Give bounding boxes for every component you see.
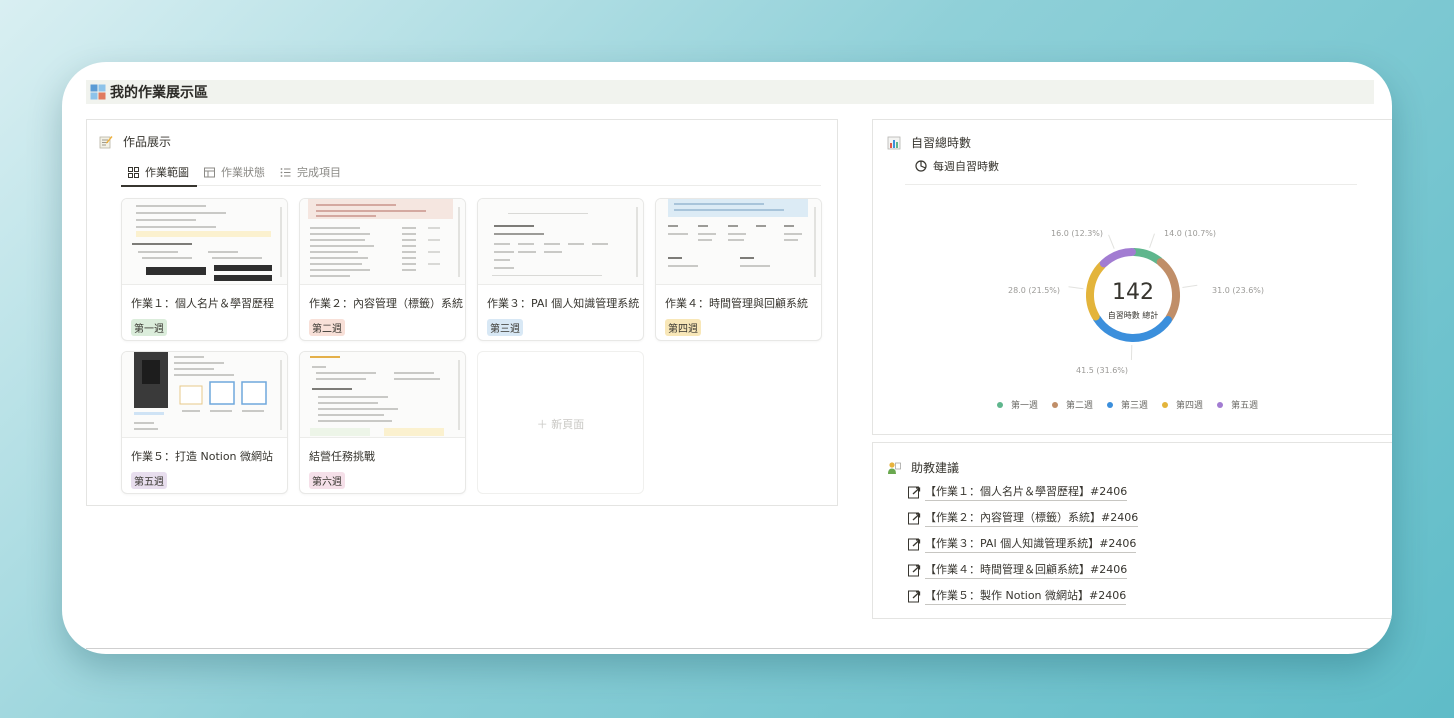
advice-link-text: 【作業５：製作 Notion 微網站】#2406 xyxy=(925,587,1127,605)
tab-completed-label: 完成項目 xyxy=(297,166,341,179)
legend-week1[interactable]: 第一週 xyxy=(997,398,1038,411)
advice-link-2[interactable]: 【作業２：內容管理（標籤）系統】#2406 xyxy=(907,509,1139,527)
page-link-icon xyxy=(908,564,921,577)
view-tabs: 作業範圖 作業狀態 完成項目 xyxy=(121,158,821,187)
advice-section-title: 助教建議 xyxy=(887,459,959,476)
table-icon xyxy=(204,167,215,177)
leader-line-2 xyxy=(1182,284,1198,288)
gallery-card-6[interactable]: 結營任務挑戰 第六週 xyxy=(299,351,466,494)
legend-label: 第一週 xyxy=(1011,401,1039,411)
donut-slice-1[interactable] xyxy=(1130,248,1163,265)
slice-label-week4: 28.0 (21.5%) xyxy=(1008,286,1061,295)
week-tag: 第六週 xyxy=(309,472,345,489)
page-link-icon xyxy=(908,486,921,499)
gallery-card-4[interactable]: 作業４：時間管理與回顧系統 第四週 xyxy=(655,198,822,341)
advice-link-4[interactable]: 【作業４：時間管理＆回顧系統】#2406 xyxy=(907,561,1128,579)
list-icon xyxy=(280,167,291,177)
card-thumbnail xyxy=(122,199,287,285)
card-thumbnail xyxy=(300,352,465,438)
legend-dot xyxy=(1052,401,1059,408)
card-thumbnail xyxy=(122,352,287,438)
works-title: 作品展示 xyxy=(123,135,172,149)
total-hours-value: 142 xyxy=(1112,280,1154,305)
card-title: 作業２：內容管理（標籤）系統 xyxy=(309,297,463,310)
advice-title: 助教建議 xyxy=(911,461,960,475)
card-title: 結營任務挑戰 xyxy=(309,450,375,463)
legend-week3[interactable]: 第三週 xyxy=(1107,398,1148,411)
card-thumbnail xyxy=(300,199,465,285)
donut-slice-3[interactable] xyxy=(1092,314,1172,342)
study-hours-panel: 自習總時數 每週自習時數 14.0 (10.7%) 31.0 (23.6%) 4… xyxy=(872,119,1392,435)
slice-label-week2: 31.0 (23.6%) xyxy=(1212,286,1265,295)
advice-link-text: 【作業２：內容管理（標籤）系統】#2406 xyxy=(925,509,1139,527)
works-panel: 作品展示 作業範圖 作業狀態 完成項目 作業１：個人名片＆學習歷程 第一週 作業… xyxy=(86,119,838,506)
legend-dot xyxy=(1162,401,1169,408)
grid-icon xyxy=(90,84,106,100)
legend-dot xyxy=(997,401,1003,408)
card-title: 作業１：個人名片＆學習歷程 xyxy=(131,297,274,310)
tab-gallery[interactable]: 作業範圖 xyxy=(121,158,197,187)
gallery-card-5[interactable]: 作業５：打造 Notion 微網站 第五週 xyxy=(121,351,288,494)
advice-link-5[interactable]: 【作業５：製作 Notion 微網站】#2406 xyxy=(907,587,1127,605)
card-title: 作業３：PAI 個人知識管理系統 xyxy=(487,297,640,310)
legend-label: 第五週 xyxy=(1231,401,1259,411)
advice-link-1[interactable]: 【作業１：個人名片＆學習歷程】#2406 xyxy=(907,483,1128,501)
leader-line-5 xyxy=(1108,234,1115,249)
donut-slice-5[interactable] xyxy=(1099,248,1136,268)
legend-label: 第二週 xyxy=(1066,401,1094,411)
notion-window: 我的作業展示區 作品展示 作業範圖 作業狀態 完成項目 作業１：個人名片＆學習歷… xyxy=(62,62,1392,654)
advice-link-text: 【作業４：時間管理＆回顧系統】#2406 xyxy=(925,561,1128,579)
page-title: 我的作業展示區 xyxy=(110,85,208,101)
gallery-icon xyxy=(128,166,139,178)
tab-completed[interactable]: 完成項目 xyxy=(273,158,349,186)
card-title: 作業５：打造 Notion 微網站 xyxy=(131,450,274,463)
legend-week2[interactable]: 第二週 xyxy=(1052,398,1093,411)
legend-label: 第三週 xyxy=(1121,401,1149,411)
gallery-card-2[interactable]: 作業２：內容管理（標籤）系統 第二週 xyxy=(299,198,466,341)
card-thumbnail xyxy=(478,199,643,285)
slice-label-week3: 41.5 (31.6%) xyxy=(1076,366,1129,375)
new-page-card[interactable]: ＋ 新頁面 xyxy=(477,351,644,494)
memo-icon xyxy=(99,135,113,148)
week-tag: 第三週 xyxy=(487,319,523,336)
tab-status[interactable]: 作業狀態 xyxy=(197,158,273,186)
page-link-icon xyxy=(908,538,921,551)
page-header: 我的作業展示區 xyxy=(86,80,1374,104)
page-link-icon xyxy=(908,590,921,603)
legend-dot xyxy=(1107,401,1114,408)
leader-line-4 xyxy=(1068,286,1084,290)
ta-advice-panel: 助教建議 【作業１：個人名片＆學習歷程】#2406 【作業２：內容管理（標籤）系… xyxy=(872,442,1392,619)
advice-link-3[interactable]: 【作業３：PAI 個人知識管理系統】#2406 xyxy=(907,535,1137,553)
slice-label-week5: 16.0 (12.3%) xyxy=(1051,229,1104,238)
new-page-label: ＋ 新頁面 xyxy=(536,418,585,431)
total-hours-label: 自習時數 總計 xyxy=(1107,311,1159,320)
tab-status-label: 作業狀態 xyxy=(221,166,265,179)
tab-gallery-label: 作業範圖 xyxy=(145,166,189,179)
card-thumbnail xyxy=(656,199,821,285)
week-tag: 第二週 xyxy=(309,319,345,336)
legend-dot xyxy=(1217,401,1224,408)
page-link-icon xyxy=(908,512,921,525)
chart-legend: 第一週 第二週 第三週 第四週 第五週 xyxy=(997,398,1272,411)
gallery-card-1[interactable]: 作業１：個人名片＆學習歷程 第一週 xyxy=(121,198,288,341)
works-section-title: 作品展示 xyxy=(99,133,171,150)
legend-week5[interactable]: 第五週 xyxy=(1217,398,1258,411)
page-divider xyxy=(86,648,1376,649)
advice-link-text: 【作業３：PAI 個人知識管理系統】#2406 xyxy=(925,535,1137,553)
slice-label-week1: 14.0 (10.7%) xyxy=(1164,229,1217,238)
week-tag: 第五週 xyxy=(131,472,167,489)
gallery-card-3[interactable]: 作業３：PAI 個人知識管理系統 第三週 xyxy=(477,198,644,341)
leader-line-1 xyxy=(1149,233,1155,248)
week-tag: 第一週 xyxy=(131,319,167,336)
week-tag: 第四週 xyxy=(665,319,701,336)
advice-link-text: 【作業１：個人名片＆學習歷程】#2406 xyxy=(925,483,1128,501)
teacher-icon xyxy=(888,461,901,474)
legend-week4[interactable]: 第四週 xyxy=(1162,398,1203,411)
donut-chart xyxy=(1068,233,1198,360)
legend-label: 第四週 xyxy=(1176,401,1204,411)
card-title: 作業４：時間管理與回顧系統 xyxy=(665,297,808,310)
